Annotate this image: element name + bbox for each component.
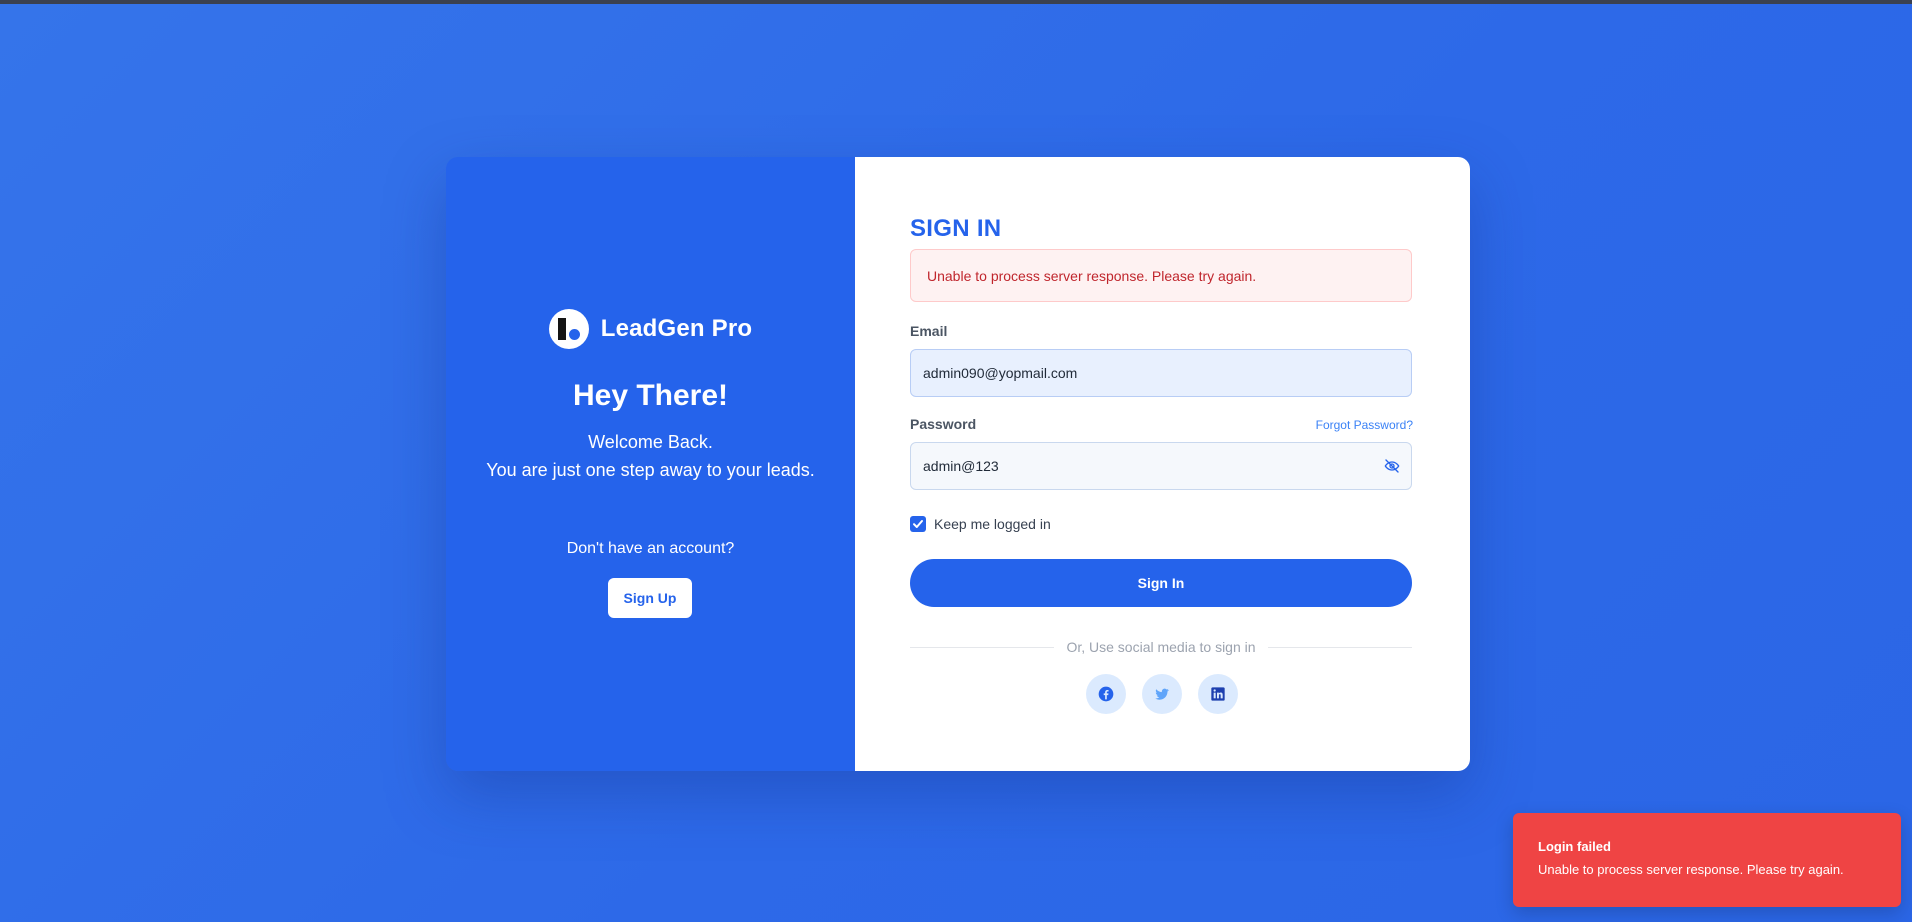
window-top-border	[0, 0, 1912, 4]
twitter-icon[interactable]	[1142, 674, 1182, 714]
forgot-password-link[interactable]: Forgot Password?	[1316, 418, 1413, 432]
error-alert-text: Unable to process server response. Pleas…	[927, 267, 1257, 284]
linkedin-icon[interactable]	[1198, 674, 1238, 714]
welcome-text: Welcome Back. You are just one step away…	[446, 428, 855, 484]
social-divider-text: Or, Use social media to sign in	[1066, 639, 1256, 655]
keep-logged-in-label: Keep me logged in	[934, 516, 1051, 532]
sign-up-button[interactable]: Sign Up	[608, 578, 692, 618]
social-buttons	[1086, 674, 1238, 714]
checkmark-icon	[913, 520, 923, 528]
facebook-icon[interactable]	[1086, 674, 1126, 714]
leadgen-logo-icon	[548, 309, 589, 349]
password-field[interactable]	[910, 442, 1412, 490]
email-label: Email	[910, 323, 948, 339]
welcome-panel: LeadGen Pro Hey There! Welcome Back. You…	[446, 157, 855, 771]
login-failed-toast[interactable]: Login failed Unable to process server re…	[1513, 813, 1901, 907]
email-field[interactable]	[910, 349, 1412, 397]
password-label: Password	[910, 416, 977, 432]
welcome-line-1: Welcome Back.	[588, 432, 713, 452]
no-account-text: Don't have an account?	[566, 540, 735, 557]
toast-message: Unable to process server response. Pleas…	[1538, 862, 1844, 877]
error-alert: Unable to process server response. Pleas…	[910, 249, 1412, 302]
sign-in-button[interactable]: Sign In	[910, 559, 1412, 607]
eye-off-icon[interactable]	[1382, 456, 1402, 476]
welcome-line-2: You are just one step away to your leads…	[486, 460, 815, 480]
sign-in-title: SIGN IN	[910, 215, 1002, 242]
brand: LeadGen Pro	[446, 309, 855, 349]
toast-title: Login failed	[1538, 839, 1611, 854]
social-divider: Or, Use social media to sign in	[910, 639, 1412, 655]
keep-logged-in-checkbox[interactable]	[910, 516, 926, 532]
sign-in-panel: SIGN IN Unable to process server respons…	[855, 157, 1470, 771]
welcome-heading: Hey There!	[572, 379, 729, 412]
keep-logged-in[interactable]: Keep me logged in	[910, 516, 1051, 532]
login-card: LeadGen Pro Hey There! Welcome Back. You…	[446, 157, 1470, 771]
brand-name: LeadGen Pro	[600, 315, 753, 342]
